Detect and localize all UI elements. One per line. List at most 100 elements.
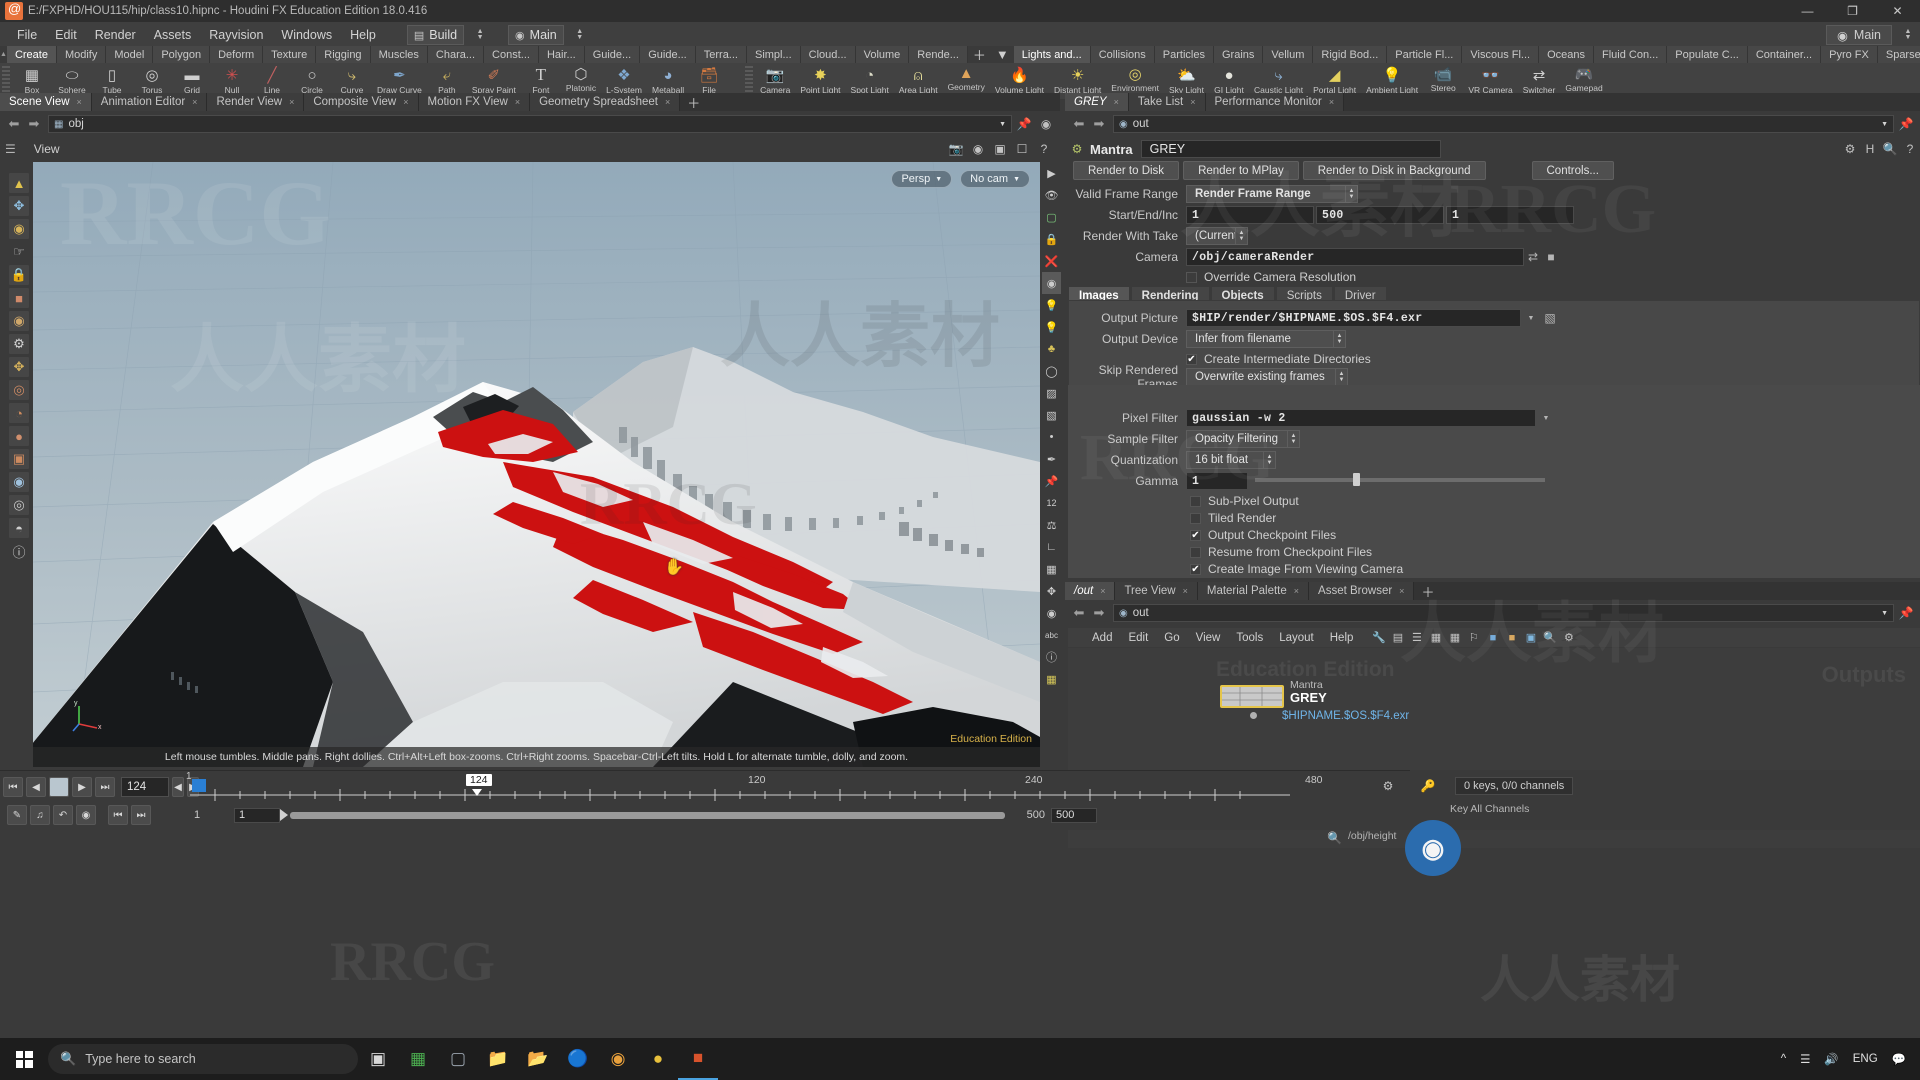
- step-back-button[interactable]: ◀: [26, 777, 46, 797]
- layers-icon[interactable]: ▤: [1388, 628, 1407, 647]
- point-icon[interactable]: •: [1042, 426, 1061, 448]
- shelf-tab-polygon[interactable]: Polygon: [153, 46, 211, 63]
- ghost-icon[interactable]: 👁: [1042, 184, 1061, 206]
- forward-arrow-icon[interactable]: ➡: [1089, 604, 1109, 622]
- auto-key-icon[interactable]: ✎: [7, 805, 27, 825]
- tab-performance-monitor[interactable]: Performance Monitor ×: [1205, 93, 1345, 111]
- help-icon[interactable]: ?: [1900, 140, 1920, 158]
- soft-tool-icon[interactable]: ◎: [8, 379, 30, 401]
- shelf-tab-populate-containers[interactable]: Populate C...: [1667, 46, 1748, 63]
- zoom-icon[interactable]: 🔍: [1540, 628, 1559, 647]
- close-icon[interactable]: ×: [77, 97, 82, 107]
- minimize-button[interactable]: —: [1785, 0, 1830, 22]
- shelf-tab-fluid-containers[interactable]: Fluid Con...: [1594, 46, 1668, 63]
- smooth-tool-icon[interactable]: ◉: [8, 310, 30, 332]
- shelf-tab-modify[interactable]: Modify: [56, 46, 107, 63]
- firefox-icon[interactable]: 🔵: [558, 1038, 598, 1080]
- shelf-tab-volume[interactable]: Volume: [855, 46, 910, 63]
- volume-icon[interactable]: 🔊: [1824, 1052, 1838, 1066]
- select-tool-icon[interactable]: ▲: [8, 172, 30, 194]
- create-intermediate-directories-checkbox[interactable]: ✔: [1186, 353, 1197, 365]
- viewport-layout-icon[interactable]: ☐: [1011, 140, 1033, 158]
- sub-pixel-output-checkbox[interactable]: [1190, 495, 1201, 507]
- help-tool-icon[interactable]: ⓘ: [8, 540, 30, 562]
- tab-tree-view[interactable]: Tree View ×: [1115, 582, 1198, 600]
- output-checkpoint-files-checkbox[interactable]: ✔: [1190, 529, 1201, 541]
- menu-windows[interactable]: Windows: [272, 25, 341, 45]
- lock-tool-icon[interactable]: 🔒: [8, 264, 30, 286]
- shelf-tab-menu-left-icon[interactable]: ▼: [990, 46, 1014, 63]
- paint-tool-icon[interactable]: ■: [8, 287, 30, 309]
- pin-icon[interactable]: 📌: [1896, 115, 1916, 133]
- desktop-right-spinner[interactable]: ▲ ▼: [1902, 26, 1914, 44]
- shelf-tab-render[interactable]: Rende...: [909, 46, 968, 63]
- tab-material-palette[interactable]: Material Palette ×: [1197, 582, 1310, 600]
- info-icon[interactable]: ⓘ: [1042, 646, 1061, 668]
- menu-edit[interactable]: Edit: [46, 25, 86, 45]
- background-icon[interactable]: ◉: [967, 140, 989, 158]
- shelf-tab-create[interactable]: Create: [6, 46, 57, 63]
- shelf-tab-pyro-fx[interactable]: Pyro FX: [1821, 46, 1878, 63]
- key-icon[interactable]: 🔑: [1418, 777, 1438, 795]
- texture-icon[interactable]: ▧: [1042, 404, 1061, 426]
- close-icon[interactable]: ×: [1399, 586, 1404, 596]
- palette-icon[interactable]: ■: [1502, 628, 1521, 647]
- houdini-icon[interactable]: ◉: [598, 1038, 638, 1080]
- resume-from-checkpoint-checkbox[interactable]: [1190, 546, 1201, 558]
- shelf-tab-grains[interactable]: Grains: [1213, 46, 1264, 63]
- build-spinner[interactable]: ▲ ▼: [474, 26, 486, 44]
- close-icon[interactable]: ×: [289, 97, 294, 107]
- end-frame-input[interactable]: 500: [1316, 206, 1444, 224]
- quantization-spinner[interactable]: ▲ ▼: [1263, 451, 1276, 469]
- start-frame-input[interactable]: 1: [1186, 206, 1314, 224]
- view-type-chip[interactable]: Persp ▼: [891, 170, 953, 188]
- pose-tool-icon[interactable]: ◔: [8, 402, 30, 424]
- audio-icon[interactable]: ♫: [30, 805, 50, 825]
- render-with-take-spinner[interactable]: ▲ ▼: [1235, 227, 1248, 245]
- viewport-menu-icon[interactable]: ☰: [5, 142, 16, 156]
- shelf-tab-model[interactable]: Model: [106, 46, 154, 63]
- transform-tool-icon[interactable]: ✥: [8, 356, 30, 378]
- network-menu-tools[interactable]: Tools: [1228, 628, 1271, 647]
- gear-icon[interactable]: ⚙: [1840, 140, 1860, 158]
- cursor-tool-icon[interactable]: ☞: [8, 241, 30, 263]
- search-icon[interactable]: 🔍: [1880, 140, 1900, 158]
- quantization-menu[interactable]: 16 bit float: [1186, 451, 1264, 469]
- key-prev-icon[interactable]: ⏮: [108, 805, 128, 825]
- wrench-icon[interactable]: 🔧: [1369, 628, 1388, 647]
- desktop-spinner[interactable]: ▲ ▼: [574, 26, 586, 44]
- desktop-chip-right[interactable]: ◉ Main: [1825, 25, 1892, 45]
- chrome-icon[interactable]: ●: [638, 1038, 678, 1080]
- list-icon[interactable]: ☰: [1407, 628, 1426, 647]
- resume-from-checkpoint-row[interactable]: Resume from Checkpoint Files: [1190, 543, 1372, 561]
- shelf-tab-containers[interactable]: Container...: [1747, 46, 1822, 63]
- magnet-tool-icon[interactable]: ◎: [8, 494, 30, 516]
- shelf-tab-texture[interactable]: Texture: [263, 46, 317, 63]
- measure-icon[interactable]: ∟: [1042, 536, 1061, 558]
- network-path-input[interactable]: ◉ out ▼: [1113, 604, 1894, 622]
- parameter-path-input[interactable]: ◉ out ▼: [1113, 115, 1894, 133]
- close-icon[interactable]: ×: [1183, 586, 1188, 596]
- node-output-flag[interactable]: [1250, 712, 1257, 719]
- shelf-tab-clouds[interactable]: Cloud...: [800, 46, 856, 63]
- back-arrow-icon[interactable]: ⬅: [1069, 604, 1089, 622]
- camera-link-icon[interactable]: ⇄: [1524, 250, 1542, 264]
- gamma-input[interactable]: 1: [1186, 472, 1248, 490]
- shelf-tab-hair[interactable]: Hair...: [538, 46, 585, 63]
- pin-icon[interactable]: 📌: [1042, 470, 1061, 492]
- shelf-tab-rigid-bodies[interactable]: Rigid Bod...: [1313, 46, 1388, 63]
- shelf-tab-vellum[interactable]: Vellum: [1263, 46, 1314, 63]
- shelf-scroll-up-icon[interactable]: ▲: [0, 46, 7, 63]
- pin-icon[interactable]: 📌: [1896, 604, 1916, 622]
- ms-store-icon[interactable]: ▦: [398, 1038, 438, 1080]
- chevron-down-icon[interactable]: ▼: [1881, 121, 1888, 128]
- shelf-tab-muscles[interactable]: Muscles: [370, 46, 428, 63]
- key-light-icon[interactable]: 💡: [1042, 316, 1061, 338]
- tiled-render-checkbox[interactable]: [1190, 512, 1201, 524]
- mantra-node[interactable]: [1220, 685, 1284, 708]
- window-icon[interactable]: ▢: [438, 1038, 478, 1080]
- network-icon[interactable]: ☰: [1800, 1052, 1810, 1066]
- start-button[interactable]: [0, 1038, 48, 1080]
- skip-rendered-frames-menu[interactable]: Overwrite existing frames: [1186, 368, 1336, 386]
- search-icon[interactable]: 🔍: [1327, 831, 1342, 845]
